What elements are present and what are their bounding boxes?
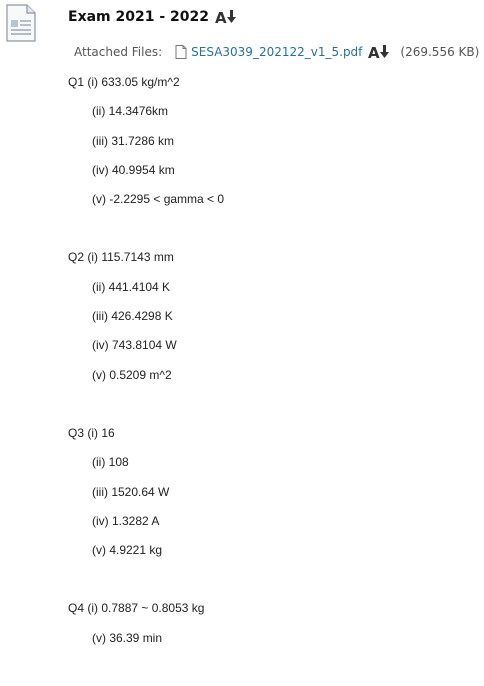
translate-az-icon[interactable]: A bbox=[215, 9, 239, 25]
answer-line: (v) 0.5209 m^2 bbox=[92, 367, 172, 382]
question-block-2: Q2 (i) 115.7143 mm (ii) 441.4104 K (iii)… bbox=[68, 247, 468, 393]
answer-line: Q3 (i) 16 bbox=[68, 425, 115, 440]
answer-line: (iii) 1520.64 W bbox=[92, 484, 170, 499]
answer-line: (ii) 14.3476km bbox=[92, 104, 169, 119]
question-block-1: Q1 (i) 633.05 kg/m^2 (ii) 14.3476km (iii… bbox=[68, 72, 468, 218]
answer-line: Q1 (i) 633.05 kg/m^2 bbox=[68, 75, 180, 89]
answer-line: Q4 (i) 0.7887 ~ 0.8053 kg bbox=[68, 601, 205, 616]
answer-line: (iii) 31.7286 km bbox=[92, 133, 175, 148]
item-header: Exam 2021 - 2022 A bbox=[68, 6, 239, 28]
attached-files-row: Attached Files: SESA3039_202122_v1_5.pdf… bbox=[74, 42, 479, 62]
answer-line: Q2 (i) 115.7143 mm bbox=[68, 250, 174, 265]
answer-line: (iv) 1.3282 A bbox=[92, 513, 160, 528]
answer-line: (iv) 40.9954 km bbox=[92, 162, 175, 177]
answer-line: (iv) 743.8104 W bbox=[92, 338, 177, 353]
question-block-4: Q4 (i) 0.7887 ~ 0.8053 kg (v) 36.39 min bbox=[68, 598, 468, 657]
question-block-3: Q3 (i) 16 (ii) 108 (iii) 1520.64 W (iv) … bbox=[68, 423, 468, 569]
item-title[interactable]: Exam 2021 - 2022 bbox=[68, 9, 209, 25]
svg-text:A: A bbox=[368, 44, 380, 60]
document-icon bbox=[6, 4, 36, 42]
answer-line: (v) 4.9221 kg bbox=[92, 543, 163, 558]
answer-line: (v) 36.39 min bbox=[92, 630, 163, 645]
answers-list: Q1 (i) 633.05 kg/m^2 (ii) 14.3476km (iii… bbox=[68, 72, 468, 686]
answer-line: (ii) 108 bbox=[92, 455, 129, 470]
file-translate-az-icon[interactable]: A bbox=[368, 44, 392, 60]
answer-line: (ii) 441.4104 K bbox=[92, 279, 171, 294]
answer-line: (v) -2.2295 < gamma < 0 bbox=[92, 192, 225, 207]
file-icon bbox=[175, 45, 187, 59]
attached-files-label: Attached Files: bbox=[74, 45, 163, 59]
file-size: (269.556 KB) bbox=[400, 45, 480, 59]
file-link[interactable]: SESA3039_202122_v1_5.pdf bbox=[191, 45, 362, 59]
answer-line: (iii) 426.4298 K bbox=[92, 309, 173, 324]
svg-text:A: A bbox=[215, 9, 227, 25]
